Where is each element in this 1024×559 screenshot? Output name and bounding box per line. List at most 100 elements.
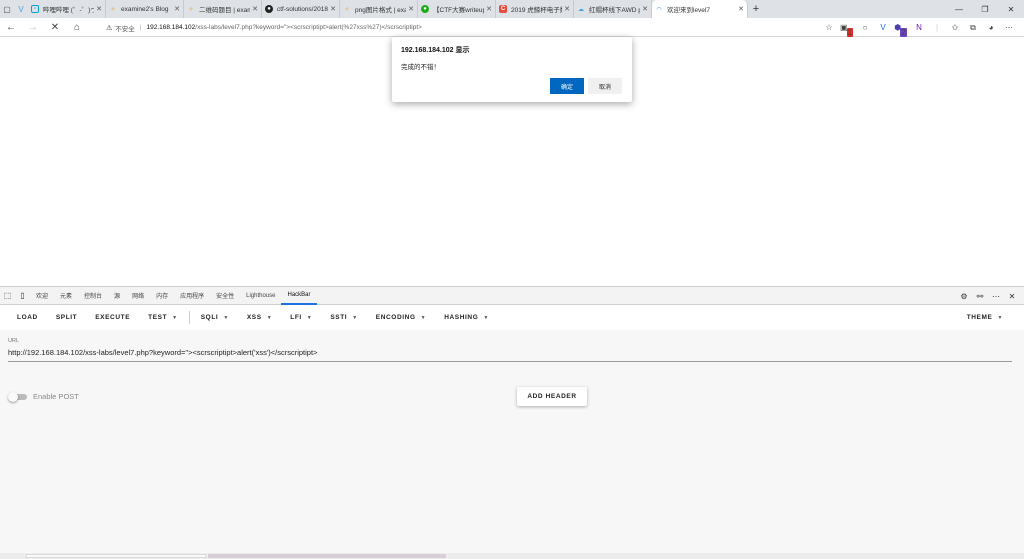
xss-menu[interactable]: XSS ▼ (238, 305, 281, 330)
xss-label: XSS (246, 314, 262, 321)
devtools-tab-console[interactable]: 控制台 (78, 287, 108, 305)
close-icon[interactable]: ✕ (564, 5, 570, 13)
stop-icon[interactable]: ✕ (44, 22, 66, 33)
window-close-icon[interactable]: ✕ (998, 0, 1024, 18)
connect-icon[interactable]: ⚯ (972, 292, 988, 301)
v-extension-icon[interactable]: V (874, 23, 892, 32)
ssti-menu[interactable]: SSTI ▼ (321, 305, 366, 330)
caret-down-icon: ▼ (997, 314, 1003, 321)
github-favicon-icon: ● (265, 5, 273, 13)
inspect-icon[interactable]: ⬚ (0, 291, 15, 300)
tab-5[interactable]: ● 【CTF大赛writeup系列】✕ (418, 0, 496, 18)
onenote-icon[interactable]: N (910, 23, 928, 32)
close-devtools-icon[interactable]: ✕ (1004, 292, 1020, 301)
favorites-icon[interactable]: ✩ (946, 23, 964, 32)
tab-actions-icon[interactable]: ▢ (0, 0, 14, 18)
devtools-tab-network[interactable]: 网络 (126, 287, 150, 305)
url-host: 192.168.184.102 (146, 24, 196, 31)
tab-title: png图片格式 | examine2 (355, 7, 406, 14)
devtools-tab-lighthouse[interactable]: Lighthouse (240, 287, 281, 305)
devtools-tab-hackbar[interactable]: HackBar (281, 287, 317, 305)
test-menu[interactable]: TEST ▼ (139, 305, 187, 330)
extension-icon[interactable]: ▣1 (838, 23, 856, 37)
cancel-button[interactable]: 取消 (588, 78, 622, 94)
close-icon[interactable]: ✕ (174, 5, 180, 13)
toolbar-extensions: ☆ ▣1 ○ V ⬢2 N | ✩ ⧉ ◕ ⋯ (820, 20, 1018, 37)
more-icon[interactable]: ⋯ (1000, 23, 1018, 32)
minimize-icon[interactable]: — (946, 0, 972, 18)
execute-button[interactable]: EXECUTE (86, 305, 139, 330)
split-button[interactable]: SPLIT (47, 305, 86, 330)
scrollbar-thumb[interactable] (26, 554, 206, 558)
window-controls: — ❐ ✕ (946, 0, 1024, 18)
csdn-favicon-icon: C (499, 5, 507, 13)
execute-label: EXECUTE (95, 314, 131, 321)
url-path: /xss-labs/level7.php?keyword="><scrscrip… (195, 24, 422, 31)
tab-0[interactable]: ▫ 哔哩哔哩 (゜-゜)つロ 干杯✕ (28, 0, 106, 18)
close-icon[interactable]: ✕ (738, 5, 744, 13)
avatar[interactable]: ◕ (982, 23, 1000, 32)
devtools-tab-elements[interactable]: 元素 (54, 287, 78, 305)
close-icon[interactable]: ✕ (408, 5, 414, 13)
url-label: URL (8, 338, 20, 344)
toolbar-divider (188, 311, 190, 324)
lfi-menu[interactable]: LFI ▼ (281, 305, 321, 330)
dialog-title: 192.168.184.102 显示 (401, 47, 470, 54)
load-button[interactable]: LOAD (0, 305, 47, 330)
devtools-tab-sources[interactable]: 源 (108, 287, 126, 305)
close-icon[interactable]: ✕ (330, 5, 336, 13)
restore-icon[interactable]: ❐ (972, 0, 998, 18)
favorite-star-icon[interactable]: ☆ (820, 23, 838, 32)
device-toolbar-icon[interactable]: ▯ (15, 291, 30, 300)
close-icon[interactable]: ✕ (642, 5, 648, 13)
devtools-actions: ⚙ ⚯ ⋯ ✕ (956, 287, 1020, 305)
more-options-icon[interactable]: ⋯ (988, 292, 1004, 301)
devtools-tab-memory[interactable]: 内存 (150, 287, 174, 305)
caret-down-icon: ▼ (352, 314, 358, 321)
close-icon[interactable]: ✕ (252, 5, 258, 13)
url-field[interactable]: ⚠ 不安全 | 192.168.184.102/xss-labs/level7.… (106, 20, 796, 35)
ok-button[interactable]: 确定 (550, 78, 584, 94)
load-label: LOAD (17, 314, 38, 321)
close-icon[interactable]: ✕ (96, 5, 102, 13)
sqli-menu[interactable]: SQLI ▼ (192, 305, 238, 330)
warning-icon: ⚠ (106, 24, 113, 32)
test-label: TEST (148, 314, 168, 321)
tab-7[interactable]: ☁ 红帽杯线下AWD plus✕ (574, 0, 652, 18)
forward-icon[interactable]: → (22, 22, 44, 33)
theme-menu[interactable]: THEME ▼ (958, 305, 1012, 330)
home-icon[interactable]: ⌂ (66, 22, 88, 33)
tab-title: 2019 虎鲸杯电子数据 (511, 7, 562, 14)
circle-extension-icon[interactable]: ○ (856, 23, 874, 32)
devtools-tab-application[interactable]: 应用程序 (174, 287, 210, 305)
caret-down-icon: ▼ (172, 314, 178, 321)
tab-3[interactable]: ● ctf-solutions/2018 | GitHub✕ (262, 0, 340, 18)
tab-6[interactable]: C 2019 虎鲸杯电子数据✕ (496, 0, 574, 18)
split-label: SPLIT (55, 314, 78, 321)
blog-favicon-icon: ✧ (344, 6, 350, 13)
tab-4[interactable]: ✧ png图片格式 | examine2✕ (340, 0, 418, 18)
hashing-menu[interactable]: HASHING ▼ (435, 305, 498, 330)
ssti-label: SSTI (330, 314, 348, 321)
tab-8-active[interactable]: ◠ 欢迎来到level7 ✕ (652, 0, 748, 18)
encoding-label: ENCODING (375, 314, 416, 321)
url-textarea[interactable]: http://192.168.184.102/xss-labs/level7.p… (8, 348, 1012, 362)
enable-post-toggle[interactable] (8, 392, 28, 402)
collections-icon[interactable]: ⧉ (964, 23, 982, 33)
settings-gear-icon[interactable]: ⚙ (956, 292, 972, 301)
add-header-button[interactable]: ADD HEADER (517, 387, 587, 406)
tab-2[interactable]: ✧ 二维码题目 | examine2✕ (184, 0, 262, 18)
horizontal-scrollbar[interactable] (0, 553, 1024, 559)
back-icon[interactable]: ← (0, 22, 22, 33)
new-tab-icon[interactable]: + (748, 0, 764, 18)
hexagon-extension-icon[interactable]: ⬢2 (892, 23, 910, 37)
close-icon[interactable]: ✕ (486, 5, 492, 13)
cloud-favicon-icon: ☁ (578, 6, 584, 13)
vertical-tabs-icon[interactable]: V (14, 0, 28, 18)
encoding-menu[interactable]: ENCODING ▼ (367, 305, 435, 330)
devtools-tab-security[interactable]: 安全性 (210, 287, 240, 305)
devtools-tab-welcome[interactable]: 欢迎 (30, 287, 54, 305)
devtools-tabbar: ⬚ ▯ 欢迎 元素 控制台 源 网络 内存 应用程序 安全性 Lighthous… (0, 286, 1024, 305)
tab-1[interactable]: ✧ examine2's Blog ✕ (106, 0, 184, 18)
tab-strip: ▢ V ▫哔哩哔哩 (゜-゜)つロ 干杯✕ ✧examine2's Blog✕ … (0, 0, 1024, 18)
